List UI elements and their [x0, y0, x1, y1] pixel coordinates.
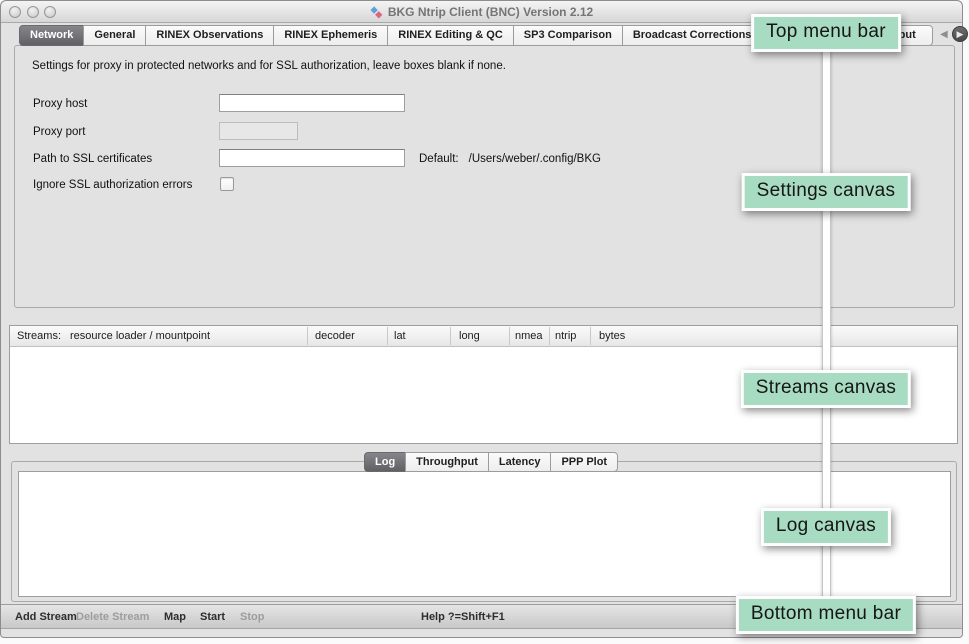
ssl-path-label: Path to SSL certificates: [33, 153, 152, 165]
column-separator: [387, 327, 388, 345]
tab-scroll-right-icon[interactable]: ▶: [952, 26, 968, 42]
column-separator: [307, 327, 308, 345]
column-separator: [450, 327, 451, 345]
col-resource-mountpoint: resource loader / mountpoint: [70, 330, 210, 342]
col-decoder: decoder: [315, 330, 355, 342]
column-separator: [549, 327, 550, 345]
log-tab-bar: Log Throughput Latency PPP Plot: [364, 452, 618, 472]
bnc-app-icon: [370, 6, 383, 19]
screenshot-stage: BKG Ntrip Client (BNC) Version 2.12 Netw…: [0, 0, 969, 644]
tab-log[interactable]: Log: [364, 452, 406, 472]
tab-rinex-observations[interactable]: RINEX Observations: [145, 25, 274, 46]
col-ntrip: ntrip: [555, 330, 576, 342]
proxy-port-label: Proxy port: [33, 126, 85, 138]
annotation-streams-canvas: Streams canvas: [741, 370, 911, 408]
tab-scroll-left-icon[interactable]: ◀: [940, 29, 948, 40]
ssl-default-value: /Users/weber/.config/BKG: [469, 153, 601, 165]
ssl-default-label: Default:: [419, 153, 459, 165]
proxy-host-label: Proxy host: [33, 98, 87, 110]
tab-rinex-ephemeris[interactable]: RINEX Ephemeris: [273, 25, 388, 46]
streams-header: Streams: resource loader / mountpoint de…: [10, 326, 957, 347]
annotation-log-canvas: Log canvas: [761, 508, 891, 546]
delete-stream-button: Delete Stream: [76, 611, 149, 623]
window-title: BKG Ntrip Client (BNC) Version 2.12: [388, 5, 593, 19]
tab-rinex-editing-qc[interactable]: RINEX Editing & QC: [387, 25, 514, 46]
proxy-port-input: [219, 122, 298, 140]
tab-general[interactable]: General: [83, 25, 146, 46]
col-lat: lat: [394, 330, 406, 342]
annotation-settings-canvas: Settings canvas: [742, 173, 911, 211]
ssl-path-input[interactable]: [219, 149, 405, 167]
col-bytes: bytes: [599, 330, 625, 342]
ignore-ssl-checkbox[interactable]: [220, 177, 234, 191]
tab-ppp-plot[interactable]: PPP Plot: [550, 452, 618, 472]
tab-broadcast-corrections[interactable]: Broadcast Corrections: [622, 25, 763, 46]
ignore-ssl-label: Ignore SSL authorization errors: [33, 179, 192, 191]
ssl-default-note: Default: /Users/weber/.config/BKG: [419, 153, 601, 165]
col-long: long: [459, 330, 480, 342]
help-shortcut-hint: Help ?=Shift+F1: [421, 611, 505, 623]
column-separator: [590, 327, 591, 345]
tab-latency[interactable]: Latency: [488, 452, 552, 472]
map-button[interactable]: Map: [164, 611, 186, 623]
top-tab-bar: Network General RINEX Observations RINEX…: [19, 25, 762, 46]
streams-label: Streams:: [17, 330, 61, 342]
tab-network[interactable]: Network: [19, 25, 84, 46]
settings-intro-text: Settings for proxy in protected networks…: [32, 60, 506, 72]
start-button[interactable]: Start: [200, 611, 225, 623]
stop-button: Stop: [240, 611, 264, 623]
annotation-top-menu-bar: Top menu bar: [751, 14, 901, 52]
tab-throughput[interactable]: Throughput: [405, 452, 489, 472]
column-separator: [509, 327, 510, 345]
col-nmea: nmea: [515, 330, 543, 342]
annotation-bottom-menu-bar: Bottom menu bar: [736, 596, 916, 634]
add-stream-button[interactable]: Add Stream: [15, 611, 77, 623]
proxy-host-input[interactable]: [219, 94, 405, 112]
tab-sp3-comparison[interactable]: SP3 Comparison: [513, 25, 623, 46]
